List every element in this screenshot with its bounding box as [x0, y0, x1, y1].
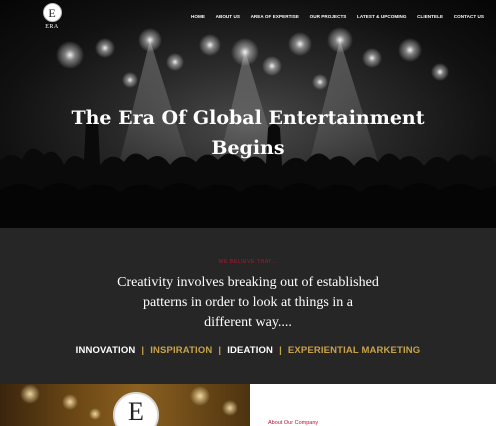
nav-about-us[interactable]: ABOUT US — [216, 14, 240, 19]
logo-emblem: E — [42, 3, 62, 22]
section-kicker: WE BELIEVE THAT... — [218, 259, 278, 265]
pillar-separator: | — [279, 345, 282, 356]
about-company-link[interactable]: About Our Company — [268, 420, 318, 426]
quote-line2: patterns in order to look at things in a — [143, 295, 353, 310]
creativity-quote: Creativity involves breaking out of esta… — [98, 273, 398, 333]
hero-title-line1: The Era Of Global Entertainment — [71, 107, 425, 129]
pillar-ideation: IDEATION — [227, 345, 274, 356]
main-menu: HOME ABOUT US AREA OF EXPERTISE OUR PROJ… — [180, 14, 484, 19]
nav-area-of-expertise[interactable]: AREA OF EXPERTISE — [251, 14, 299, 19]
quote-line1: Creativity involves breaking out of esta… — [117, 275, 379, 290]
we-believe-section: WE BELIEVE THAT... Creativity involves b… — [0, 228, 496, 384]
hero-title-line2: Begins — [211, 137, 285, 159]
page: The Era Of Global Entertainment Begins E… — [0, 0, 496, 426]
pillar-experiential-marketing: EXPERIENTIAL MARKETING — [287, 345, 421, 356]
about-company-panel: About Our Company — [250, 384, 496, 426]
top-navigation: E ERA HOME ABOUT US AREA OF EXPERTISE OU… — [0, 0, 496, 36]
quote-line3: different way.... — [204, 315, 292, 330]
nav-our-projects[interactable]: OUR PROJECTS — [310, 14, 347, 19]
nav-latest-upcoming[interactable]: LATEST & UPCOMING — [357, 14, 407, 19]
era-logo[interactable]: E ERA — [41, 3, 63, 36]
about-image-panel: E — [0, 384, 250, 426]
nav-contact-us[interactable]: CONTACT US — [454, 14, 484, 19]
nav-home[interactable]: HOME — [191, 14, 205, 19]
pillar-separator: | — [141, 345, 145, 356]
pillar-separator: | — [218, 345, 222, 356]
hero-title: The Era Of Global Entertainment Begins — [0, 103, 496, 163]
nav-clientele[interactable]: CLIENTELE — [417, 14, 443, 19]
pillar-inspiration: INSPIRATION — [150, 345, 213, 356]
pillar-innovation: INNOVATION — [75, 345, 136, 356]
logo-text: ERA — [45, 24, 59, 30]
pillars-list: INNOVATION | INSPIRATION | IDEATION | EXPERIEN… — [0, 345, 496, 356]
